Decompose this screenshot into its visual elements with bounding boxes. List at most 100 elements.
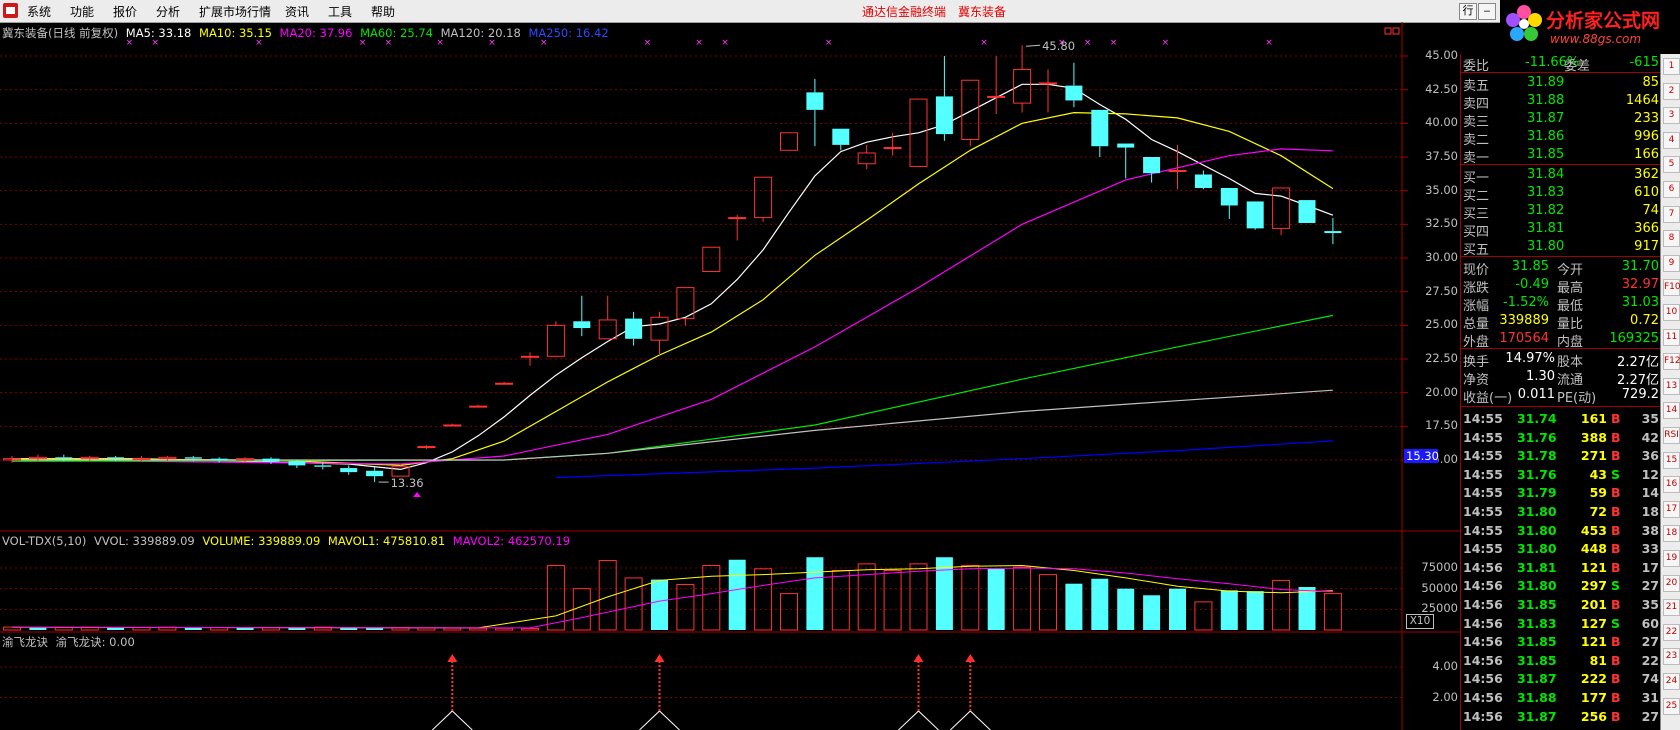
- stat-value: 31.70: [1621, 259, 1659, 274]
- indicator-axis-label: 4.00: [1432, 659, 1458, 673]
- stat-value: -1.52%: [1503, 295, 1549, 310]
- tick-time: 14:55: [1463, 522, 1503, 538]
- tick-direction: B: [1611, 504, 1621, 519]
- tick-row: 14:56 31.81 121 B 17: [1461, 559, 1661, 576]
- line-icon[interactable]: 9: [1663, 254, 1680, 272]
- tick-direction: B: [1611, 411, 1621, 426]
- calc-icon[interactable]: 11: [1663, 328, 1680, 346]
- ask-volume: 1464: [1625, 93, 1659, 108]
- bid-row: 买五 31.80 917: [1461, 238, 1661, 258]
- tick-icon[interactable]: 19: [1663, 550, 1680, 567]
- split-icon[interactable]: 7: [1663, 205, 1680, 223]
- tick-row: 14:55 31.76 43 S 12: [1461, 466, 1661, 483]
- zoom-icon[interactable]: 2: [1663, 82, 1680, 100]
- bar-icon[interactable]: 4: [1663, 131, 1680, 149]
- list-icon[interactable]: 3: [1663, 107, 1680, 125]
- ask-volume: 996: [1634, 129, 1659, 144]
- tick-direction: B: [1611, 522, 1621, 538]
- ask-price: 31.87: [1527, 111, 1565, 126]
- volume-bar: [831, 569, 850, 631]
- stat-value: 169325: [1609, 331, 1659, 346]
- candle-body: [262, 458, 280, 462]
- candle-body: [598, 319, 617, 340]
- x-marker: ×: [152, 38, 160, 48]
- x-marker: ×: [1110, 38, 1118, 48]
- tick-price: 31.80: [1517, 504, 1557, 519]
- grid-icon[interactable]: 8: [1663, 230, 1680, 248]
- candle-body: [1013, 68, 1032, 104]
- ask-row: 卖四 31.88 1464: [1461, 92, 1661, 112]
- up-arrow-icon[interactable]: 20: [1663, 574, 1680, 592]
- x-marker: ×: [721, 38, 729, 48]
- tick-volume: 81: [1589, 652, 1607, 668]
- candle: [1246, 201, 1264, 230]
- candle: [676, 287, 695, 326]
- f10-icon[interactable]: F10: [1663, 279, 1680, 297]
- minimize-icon[interactable]: ‒: [1478, 3, 1496, 20]
- right-toolbar: 1 2 3 4 5 6 7 8 9 F10 10 11 F12 13 14 RSI 15 16 17 18 19 20 21…: [1660, 54, 1680, 730]
- candle: [340, 465, 358, 475]
- tick-volume: 177: [1580, 690, 1607, 705]
- candle-body: [184, 457, 202, 459]
- chart-icon[interactable]: 1: [1663, 58, 1680, 75]
- bookmark-icon[interactable]: 22: [1663, 623, 1680, 641]
- stat-value: 31.03: [1621, 295, 1659, 310]
- tick-count: 27: [1641, 578, 1659, 594]
- kline-icon[interactable]: 6: [1663, 181, 1680, 198]
- weicha-value: -615: [1629, 55, 1659, 70]
- tick-row: 14:56 31.80 297 S 27: [1461, 577, 1661, 594]
- price-axis-label: 35.00: [1425, 182, 1458, 197]
- signal-marker: [898, 654, 939, 730]
- tick-count: 36: [1641, 448, 1659, 464]
- tick-count: 33: [1641, 541, 1659, 557]
- kline-chart[interactable]: × × × × × × × × × × × × × × × × × ×45.8013.36: [0, 0, 1460, 730]
- candle-body: [573, 321, 591, 329]
- candle-body: [650, 316, 669, 341]
- compass-icon[interactable]: 18: [1663, 525, 1680, 543]
- volume-bar: [676, 584, 695, 631]
- price-axis-label: 40.00: [1425, 115, 1458, 130]
- ma-line-ma60: [11, 314, 1334, 462]
- f12-icon[interactable]: F12: [1663, 353, 1680, 371]
- x-marker: ×: [359, 38, 367, 48]
- stat-row: 总量 339889 量比 0.72: [1461, 312, 1661, 332]
- tick-count: 74: [1641, 671, 1659, 687]
- zoom-out-icon[interactable]: 24: [1663, 673, 1680, 690]
- zoom-in-icon[interactable]: 23: [1663, 648, 1680, 666]
- tick-direction: B: [1611, 690, 1621, 705]
- tick-time: 14:56: [1463, 559, 1503, 575]
- signal-peak: [431, 710, 473, 730]
- settings-icon[interactable]: 25: [1663, 697, 1680, 715]
- report-icon[interactable]: 13: [1663, 377, 1680, 395]
- ask-price: 31.86: [1527, 129, 1565, 144]
- volume-bar: [521, 627, 539, 631]
- divider: [1461, 72, 1661, 73]
- price-axis-label: 32.50: [1425, 216, 1458, 231]
- tick-count: 42: [1641, 429, 1659, 445]
- tick-time: 14:56: [1463, 634, 1503, 650]
- bid-price: 31.84: [1527, 167, 1565, 182]
- down-arrow-icon[interactable]: 21: [1663, 599, 1680, 617]
- alert-icon[interactable]: 14: [1663, 402, 1680, 420]
- bid-row: 买四 31.81 366: [1461, 220, 1661, 240]
- candle-icon[interactable]: 5: [1663, 156, 1680, 174]
- candle: [1039, 69, 1057, 113]
- rsi-icon[interactable]: RSI: [1663, 427, 1680, 444]
- logo-title: 分析家公式网: [1546, 10, 1661, 32]
- draw-icon[interactable]: 10: [1663, 304, 1680, 321]
- cursor-marker-icon: [413, 492, 421, 497]
- help-icon[interactable]: 16: [1663, 476, 1680, 494]
- tick-row: 14:56 31.85 201 B 35: [1461, 596, 1661, 613]
- tick-time: 14:56: [1463, 652, 1503, 668]
- weibi-row: 委比 -11.66% 委差 -615: [1461, 54, 1661, 74]
- cross-icon[interactable]: 15: [1663, 451, 1680, 469]
- expand-icon[interactable]: 17: [1663, 500, 1680, 518]
- divider: [1461, 256, 1661, 257]
- volume-bar: [1246, 591, 1264, 630]
- tick-volume: 388: [1580, 429, 1607, 445]
- tick-time: 14:56: [1463, 578, 1503, 594]
- bid-volume: 610: [1634, 185, 1659, 200]
- tab-hang-button[interactable]: 行: [1459, 3, 1477, 20]
- candle: [495, 381, 514, 385]
- candle-body: [1091, 109, 1109, 147]
